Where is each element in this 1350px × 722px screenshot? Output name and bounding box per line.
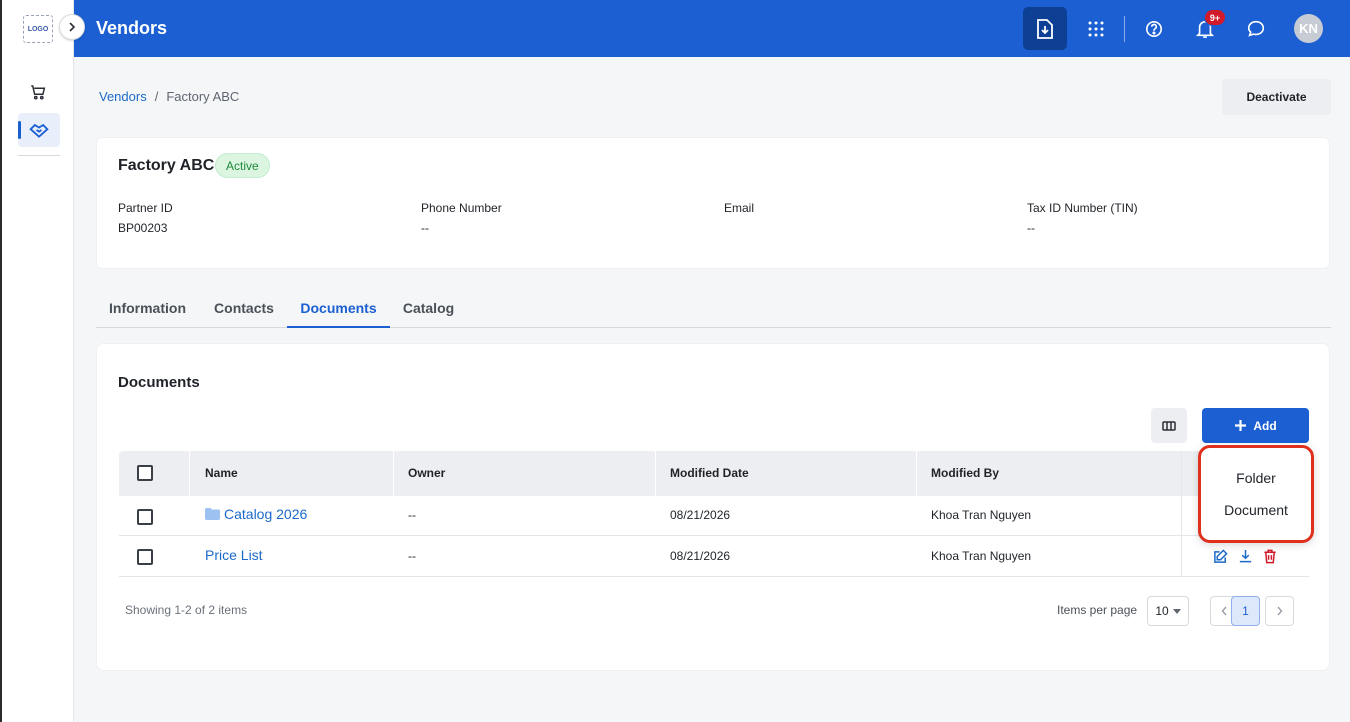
column-divider [916,451,917,496]
app-logo: LOGO [23,15,53,43]
vendor-info-card: Factory ABC Active Partner ID BP00203 Ph… [96,137,1330,269]
table-row: Catalog 2026 -- 08/21/2026 Khoa Tran Ngu… [119,496,1309,536]
tax-id-field: Tax ID Number (TIN) -- [1027,201,1138,235]
field-label: Partner ID [118,201,173,215]
column-divider [189,451,190,496]
folder-icon [205,508,220,520]
owner-cell: -- [408,549,416,563]
owner-cell: -- [408,508,416,522]
row-checkbox[interactable] [137,549,153,565]
document-name: Price List [205,547,263,563]
help-icon [1145,20,1163,38]
sidebar: LOGO [2,0,74,722]
chevron-right-icon [1277,606,1283,616]
columns-icon [1162,420,1176,431]
column-divider [393,451,394,496]
items-per-page-value: 10 [1155,604,1169,618]
add-menu: Folder Document [1198,445,1314,543]
edit-icon[interactable] [1213,549,1228,564]
page-title: Vendors [96,18,168,38]
add-button[interactable]: Add [1202,408,1309,443]
partner-id-field: Partner ID BP00203 [118,201,173,235]
table-row: Price List -- 08/21/2026 Khoa Tran Nguye… [119,537,1309,577]
notification-count-badge: 9+ [1204,9,1226,26]
tab-catalog[interactable]: Catalog [393,291,464,328]
field-value: BP00203 [118,221,168,235]
user-avatar[interactable]: KN [1294,14,1323,43]
file-download-icon [1037,18,1053,39]
breadcrumb-current: Factory ABC [166,89,240,104]
page-button-current[interactable]: 1 [1231,596,1260,626]
menu-item-folder[interactable]: Folder [1201,470,1311,486]
column-header-name[interactable]: Name [205,466,238,480]
modified-by-cell: Khoa Tran Nguyen [931,549,1032,563]
delete-icon[interactable] [1263,549,1277,564]
column-header-owner[interactable]: Owner [408,466,445,480]
chat-icon [1247,20,1265,37]
caret-down-icon [1172,608,1181,614]
sidebar-item-vendors[interactable] [18,113,60,147]
chevron-left-icon [1221,606,1227,616]
document-name: Catalog 2026 [224,506,308,522]
row-checkbox[interactable] [137,509,153,525]
help-button[interactable] [1140,15,1168,43]
sidebar-divider [18,155,60,156]
apps-grid-button[interactable] [1082,15,1110,43]
breadcrumb-vendors-link[interactable]: Vendors [99,89,147,104]
items-per-page-select[interactable]: 10 [1147,596,1189,626]
breadcrumb-separator: / [154,89,159,104]
tab-documents[interactable]: Documents [287,291,390,328]
download-icon[interactable] [1238,549,1253,564]
breadcrumb: Vendors / Factory ABC [99,89,239,104]
field-label: Tax ID Number (TIN) [1027,201,1138,215]
email-field: Email [724,201,754,221]
phone-number-field: Phone Number -- [421,201,502,235]
column-header-modified-by[interactable]: Modified By [931,466,999,480]
tab-contacts[interactable]: Contacts [204,291,284,328]
column-divider [655,451,656,496]
row-actions [1213,549,1277,564]
document-name-link[interactable]: Price List [205,547,263,563]
field-label: Phone Number [421,201,502,215]
column-header-modified-date[interactable]: Modified Date [670,466,749,480]
top-bar: Vendors 9+ KN [74,0,1350,57]
documents-card: Documents Add Name Owner Modified Date M… [96,343,1330,671]
status-badge: Active [215,153,270,178]
deactivate-button[interactable]: Deactivate [1222,79,1331,115]
items-per-page-label: Items per page [1057,603,1138,617]
download-center-button[interactable] [1023,7,1067,50]
cart-icon [31,85,46,100]
active-nav-indicator [18,121,21,139]
menu-item-document[interactable]: Document [1201,502,1311,518]
vendor-name: Factory ABC [118,157,215,174]
tab-information[interactable]: Information [96,291,199,328]
document-name-link[interactable]: Catalog 2026 [205,506,307,522]
modified-date-cell: 08/21/2026 [670,508,731,522]
next-page-button[interactable] [1265,596,1294,626]
topbar-separator [1124,16,1125,42]
messages-button[interactable] [1242,15,1270,43]
add-button-label: Add [1253,418,1277,433]
field-label: Email [724,201,755,215]
pagination-summary: Showing 1-2 of 2 items [125,603,248,617]
sidebar-item-orders[interactable] [26,80,50,104]
apps-grid-icon [1088,21,1104,37]
chevron-right-icon [69,22,76,32]
handshake-icon [29,123,49,138]
vendor-tabs: Information Contacts Documents Catalog [96,291,1331,328]
field-value: -- [1027,221,1035,235]
plus-icon [1235,420,1247,431]
documents-title: Documents [118,374,200,391]
modified-date-cell: 08/21/2026 [670,549,731,563]
field-value: -- [421,221,429,235]
select-all-checkbox[interactable] [137,465,153,481]
column-settings-button[interactable] [1151,408,1187,443]
table-header: Name Owner Modified Date Modified By [119,451,1309,496]
sidebar-expand-button[interactable] [59,14,85,40]
modified-by-cell: Khoa Tran Nguyen [931,508,1032,522]
